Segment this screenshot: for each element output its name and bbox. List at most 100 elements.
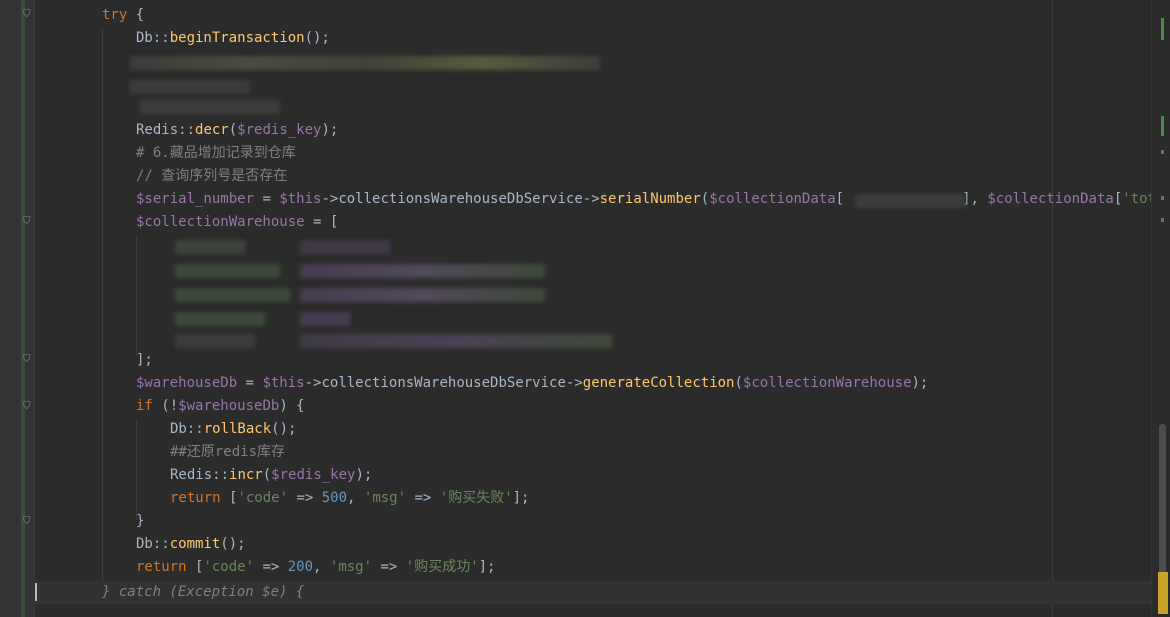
code-line[interactable]: # 6.藏品增加记录到仓库 bbox=[34, 142, 1152, 165]
code-token: rollBack bbox=[203, 421, 272, 437]
change-marker[interactable] bbox=[1161, 116, 1164, 136]
code-token: generateCollection bbox=[582, 375, 735, 391]
code-line[interactable]: Redis::incr($redis_key); bbox=[34, 464, 1152, 487]
code-token: 'code' bbox=[237, 490, 289, 506]
code-line-text: } catch (Exception $e) { bbox=[102, 581, 304, 604]
text-caret bbox=[35, 583, 37, 601]
code-token: serialNumber bbox=[599, 191, 701, 207]
code-token: ( bbox=[734, 375, 743, 391]
code-token: 200 bbox=[287, 559, 314, 575]
code-line-text: return ['code' => 500, 'msg' => '购买失败']; bbox=[170, 487, 529, 510]
code-token: $collectionWarehouse bbox=[742, 375, 912, 391]
redacted-region bbox=[140, 100, 280, 114]
code-token: 'msg' bbox=[329, 559, 373, 575]
vertical-scrollbar[interactable] bbox=[1151, 0, 1170, 617]
code-line-text: Db::beginTransaction(); bbox=[136, 27, 330, 50]
code-token: $redis_key bbox=[271, 467, 356, 483]
code-line[interactable]: } bbox=[34, 510, 1152, 533]
code-line-text: Db::rollBack(); bbox=[170, 418, 296, 441]
fold-icon[interactable]: ⛉ bbox=[23, 217, 33, 227]
code-token: 'tota bbox=[1122, 191, 1152, 207]
code-token: ); bbox=[911, 375, 929, 391]
code-token: => bbox=[406, 490, 440, 506]
code-line[interactable]: if (!$warehouseDb) { bbox=[34, 395, 1152, 418]
code-token: $warehouseDb bbox=[136, 375, 238, 391]
redacted-region bbox=[300, 288, 545, 302]
code-line[interactable]: ##还原redis库存 bbox=[34, 441, 1152, 464]
redacted-region bbox=[130, 56, 600, 70]
code-token: [ bbox=[1113, 191, 1123, 207]
redacted-region bbox=[130, 80, 250, 94]
code-line-text: # 6.藏品增加记录到仓库 bbox=[136, 142, 296, 165]
redacted-region bbox=[300, 312, 350, 326]
code-token: , bbox=[347, 490, 364, 506]
code-line-text: Db::commit(); bbox=[136, 533, 246, 556]
code-line[interactable]: try { bbox=[34, 4, 1152, 27]
code-token: $this bbox=[262, 375, 305, 391]
fold-icon[interactable]: ⛉ bbox=[23, 517, 33, 527]
code-line-text: ]; bbox=[136, 349, 153, 372]
code-token: (); bbox=[220, 536, 246, 552]
code-token: => bbox=[288, 490, 322, 506]
code-token: ); bbox=[321, 122, 339, 138]
code-line[interactable]: $warehouseDb = $this->collectionsWarehou… bbox=[34, 372, 1152, 395]
code-token: decr bbox=[195, 122, 229, 138]
code-token: ->collectionsWarehouseDbService-> bbox=[304, 375, 583, 391]
code-token: Db:: bbox=[136, 536, 170, 552]
code-token: ) { bbox=[279, 398, 305, 414]
code-token: [ bbox=[186, 559, 204, 575]
code-token: } catch (Exception $e) { bbox=[102, 584, 305, 600]
code-line[interactable]: Db::beginTransaction(); bbox=[34, 27, 1152, 50]
redacted-region bbox=[175, 264, 280, 278]
code-token: $warehouseDb bbox=[178, 398, 280, 414]
change-marker[interactable] bbox=[1161, 218, 1164, 222]
warning-marker[interactable] bbox=[1158, 572, 1168, 614]
code-line-text: $collectionWarehouse = [ bbox=[136, 211, 338, 234]
code-line[interactable]: // 查询序列号是否存在 bbox=[34, 165, 1152, 188]
code-line[interactable]: } catch (Exception $e) { bbox=[34, 581, 1152, 604]
code-token: '购买成功' bbox=[405, 559, 479, 575]
code-line-text: Redis::incr($redis_key); bbox=[170, 464, 372, 487]
code-token: '购买失败' bbox=[439, 490, 513, 506]
code-token: 'msg' bbox=[363, 490, 407, 506]
change-marker[interactable] bbox=[1161, 18, 1164, 40]
code-token: Redis:: bbox=[136, 122, 196, 138]
redacted-region bbox=[175, 312, 265, 326]
code-token: 'code' bbox=[203, 559, 255, 575]
redacted-region bbox=[300, 334, 612, 348]
redacted-region bbox=[300, 264, 545, 278]
code-line-text: if (!$warehouseDb) { bbox=[136, 395, 305, 418]
code-token: ]; bbox=[512, 490, 530, 506]
code-token: return bbox=[136, 559, 187, 575]
code-token: ]; bbox=[478, 559, 496, 575]
code-token: ->collectionsWarehouseDbService-> bbox=[321, 191, 600, 207]
code-line[interactable]: Db::commit(); bbox=[34, 533, 1152, 556]
code-line[interactable]: return ['code' => 500, 'msg' => '购买失败']; bbox=[34, 487, 1152, 510]
code-token: try bbox=[102, 7, 128, 23]
code-line[interactable]: Redis::decr($redis_key); bbox=[34, 119, 1152, 142]
code-token: = bbox=[237, 375, 263, 391]
redacted-region bbox=[175, 288, 290, 302]
code-line[interactable]: $collectionWarehouse = [ bbox=[34, 211, 1152, 234]
code-line[interactable]: ]; bbox=[34, 349, 1152, 372]
fold-icon[interactable]: ⛉ bbox=[23, 402, 33, 412]
change-marker[interactable] bbox=[1161, 150, 1164, 154]
code-token: return bbox=[170, 490, 221, 506]
code-token: $collectionData bbox=[709, 191, 836, 207]
code-token: } bbox=[136, 513, 145, 529]
code-line[interactable]: $serial_number = $this->collectionsWareh… bbox=[34, 188, 1152, 211]
code-token: ]; bbox=[136, 352, 153, 368]
code-token: => bbox=[372, 559, 406, 575]
code-token: $collectionData bbox=[987, 191, 1114, 207]
fold-icon[interactable]: ⛉ bbox=[23, 355, 33, 365]
code-editor[interactable]: ⛉ ⛉ ⛉ ⛉ ⛉ try {Db::beginTransaction();Re… bbox=[0, 0, 1170, 617]
code-token: ( bbox=[262, 467, 272, 483]
fold-icon[interactable]: ⛉ bbox=[23, 10, 33, 20]
code-line[interactable]: Db::rollBack(); bbox=[34, 418, 1152, 441]
code-token: $serial_number bbox=[136, 191, 255, 207]
code-token: Db:: bbox=[170, 421, 204, 437]
code-token: $this bbox=[279, 191, 322, 207]
change-marker[interactable] bbox=[1161, 196, 1164, 200]
code-line-text: return ['code' => 200, 'msg' => '购买成功']; bbox=[136, 556, 495, 579]
code-line[interactable]: return ['code' => 200, 'msg' => '购买成功']; bbox=[34, 556, 1152, 579]
